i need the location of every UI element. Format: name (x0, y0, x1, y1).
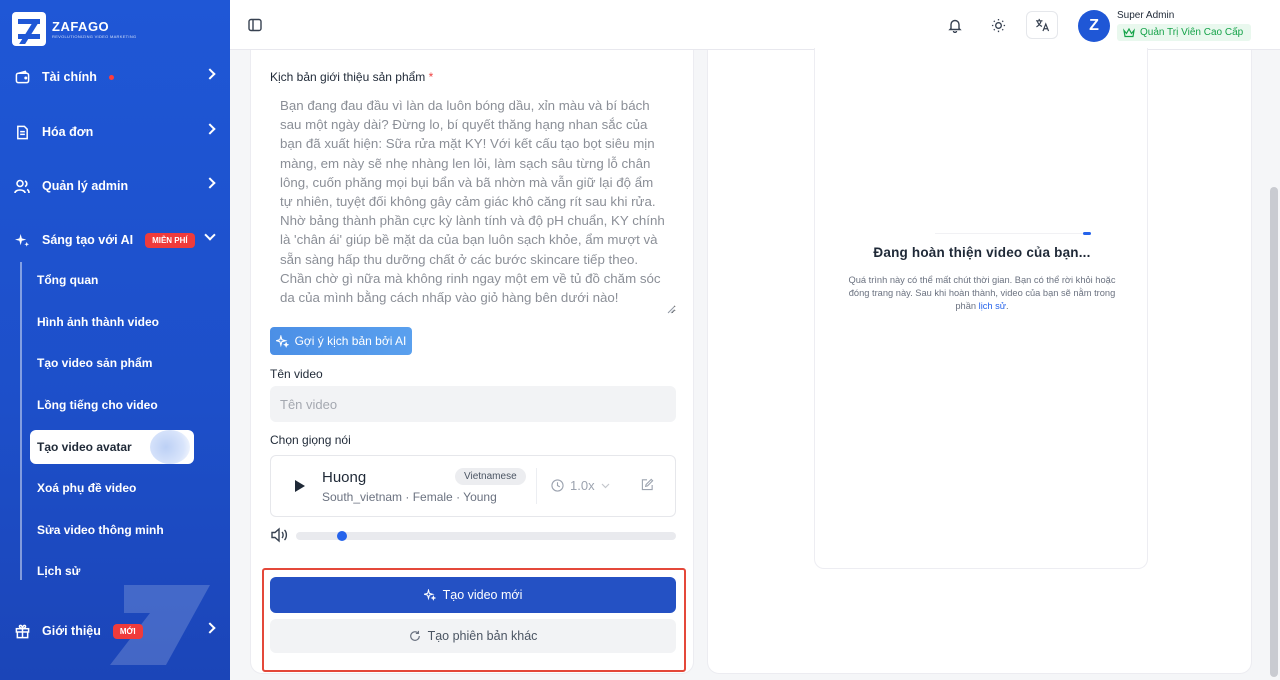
voice-language-badge: Vietnamese (455, 468, 526, 485)
create-variant-label: Tạo phiên bản khác (427, 629, 538, 643)
brand-name: ZAFAGO (52, 19, 110, 34)
gift-icon (14, 623, 30, 639)
new-badge: MỚI (112, 623, 143, 639)
sidebar-item-label: Tài chính (42, 70, 97, 84)
submenu-item-remove-subtitles[interactable]: Xoá phụ đề video (30, 471, 194, 505)
volume-icon[interactable] (270, 527, 288, 543)
translate-icon (1035, 18, 1049, 32)
audio-player (270, 527, 676, 545)
processing-description: Quá trình này có thể mất chút thời gian.… (839, 274, 1125, 313)
user-name: Super Admin (1117, 10, 1175, 21)
sidebar-item-ai-create[interactable]: Sáng tạo với AI MIỄN PHÍ (0, 222, 230, 258)
voice-selector[interactable]: Huong South_vietnam · Female · Young Vie… (270, 455, 676, 517)
sidebar-item-admin[interactable]: Quản lý admin (0, 168, 230, 204)
submenu-item-voice-over[interactable]: Lồng tiếng cho video (30, 388, 194, 422)
preview-card: Đang hoàn thiện video của bạn... Quá trì… (814, 48, 1148, 569)
ai-suggest-button[interactable]: Gợi ý kịch bản bởi AI (270, 327, 412, 355)
processing-title: Đang hoàn thiện video của bạn... (873, 245, 1091, 260)
chevron-down-icon (204, 229, 216, 241)
sidebar-toggle-button[interactable] (246, 16, 264, 34)
create-variant-button[interactable]: Tạo phiên bản khác (270, 619, 676, 653)
theme-toggle-button[interactable] (989, 16, 1007, 34)
brand-logo[interactable]: ZAFAGO REVOLUTIONIZING VIDEO MARKETING (12, 12, 136, 46)
preview-panel: Đang hoàn thiện video của bạn... Quá trì… (707, 48, 1252, 674)
chevron-right-icon (204, 123, 216, 135)
video-name-input[interactable] (270, 386, 676, 422)
sidebar: ZAFAGO REVOLUTIONIZING VIDEO MARKETING T… (0, 0, 230, 680)
create-video-label: Tạo video mới (442, 588, 523, 602)
sparkle-icon (423, 589, 436, 601)
sidebar-item-label: Giới thiệu (42, 624, 101, 638)
sidebar-item-invoices[interactable]: Hóa đơn (0, 114, 230, 150)
wallet-icon (14, 69, 30, 85)
video-name-label: Tên video (270, 367, 323, 381)
required-mark: * (428, 70, 434, 84)
play-icon[interactable] (295, 480, 305, 492)
chevron-right-icon (204, 622, 216, 634)
form-panel: Kịch bản giới thiệu sản phẩm * Gợi ý kịc… (250, 50, 694, 674)
audio-progress-track[interactable] (296, 531, 676, 541)
progress-indicator (1083, 232, 1091, 235)
chevron-right-icon (204, 177, 216, 189)
submenu-item-overview[interactable]: Tổng quan (30, 263, 194, 297)
resize-handle-icon[interactable] (665, 304, 675, 314)
script-label-text: Kịch bản giới thiệu sản phẩm (270, 70, 426, 84)
submenu-guide-line (20, 262, 22, 580)
voice-meta: South_vietnam · Female · Young (322, 490, 497, 504)
crown-icon (1123, 27, 1135, 37)
progress-track (935, 233, 1085, 234)
sparkle-icon (275, 334, 289, 348)
user-role-label: Quản Trị Viên Cao Cấp (1140, 27, 1244, 38)
submenu-item-label: Tạo video avatar (37, 440, 132, 454)
active-glow (150, 430, 190, 464)
invoice-icon (14, 124, 30, 140)
submenu-item-smart-edit[interactable]: Sửa video thông minh (30, 513, 194, 547)
ai-suggest-label: Gợi ý kịch bản bởi AI (294, 334, 407, 348)
divider (536, 468, 537, 504)
submenu-item-history[interactable]: Lịch sử (30, 554, 194, 588)
voice-label: Chọn giọng nói (270, 433, 351, 447)
bell-icon (948, 19, 962, 33)
language-button[interactable] (1026, 11, 1058, 39)
speed-value: 1.0x (570, 478, 595, 493)
history-link[interactable]: lịch sử (979, 301, 1006, 311)
speed-select[interactable]: 1.0x (551, 478, 610, 493)
logo-icon (12, 12, 46, 46)
users-icon (14, 178, 30, 194)
voice-name: Huong (322, 469, 367, 486)
edit-icon[interactable] (641, 478, 654, 491)
create-video-button[interactable]: Tạo video mới (270, 577, 676, 613)
sidebar-item-label: Hóa đơn (42, 125, 94, 139)
submenu-item-image-to-video[interactable]: Hình ảnh thành video (30, 305, 194, 339)
page-scrollbar[interactable] (1270, 187, 1278, 677)
free-badge: MIỄN PHÍ (145, 232, 195, 248)
sidebar-item-label: Sáng tạo với AI (42, 233, 134, 247)
refresh-icon (409, 630, 420, 641)
clock-icon (551, 479, 564, 492)
brand-tagline: REVOLUTIONIZING VIDEO MARKETING (52, 34, 137, 39)
topbar: Z Super Admin Quản Trị Viên Cao Cấp (230, 0, 1280, 50)
audio-progress-thumb[interactable] (336, 531, 347, 541)
chevron-down-icon (601, 483, 610, 488)
sparkle-icon (14, 232, 30, 248)
chevron-right-icon (204, 68, 216, 80)
notification-button[interactable] (946, 16, 964, 34)
processing-description-end: . (1006, 301, 1009, 311)
user-role-badge: Quản Trị Viên Cao Cấp (1117, 24, 1252, 41)
sun-icon (991, 18, 1005, 32)
submenu-item-avatar-video[interactable]: Tạo video avatar (30, 430, 194, 464)
submenu-item-product-video[interactable]: Tạo video sản phẩm (30, 346, 194, 380)
script-label: Kịch bản giới thiệu sản phẩm * (270, 70, 433, 84)
sidebar-toggle-icon (248, 18, 262, 32)
notification-dot (108, 74, 114, 80)
sidebar-item-finance[interactable]: Tài chính (0, 59, 230, 95)
sidebar-item-intro[interactable]: Giới thiệu MỚI (0, 613, 230, 649)
script-textarea[interactable] (270, 90, 676, 314)
sidebar-item-label: Quản lý admin (42, 179, 129, 193)
avatar[interactable]: Z (1078, 10, 1110, 42)
